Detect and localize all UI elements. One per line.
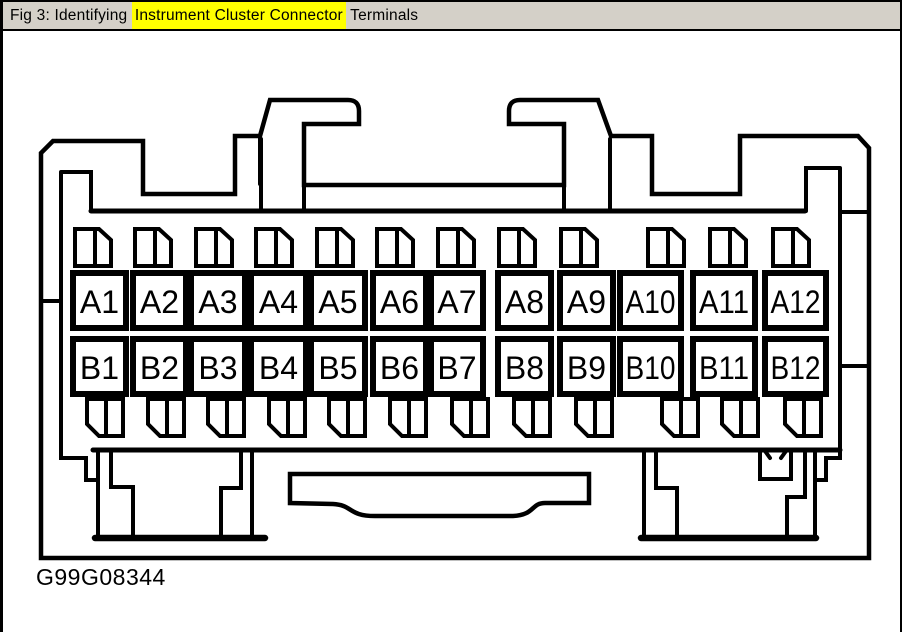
- terminal-label: B9: [567, 350, 606, 386]
- terminal-A5: A5: [308, 270, 368, 331]
- bottom-pin-slot-row: [85, 397, 823, 438]
- catch-notch: [758, 448, 793, 481]
- terminal-A7: A7: [428, 270, 486, 331]
- top-pin-slot-row: [73, 227, 811, 268]
- terminal-label: A5: [318, 284, 357, 320]
- terminal-B3: B3: [188, 336, 248, 397]
- terminal-label: B2: [140, 350, 179, 386]
- pin-slot-bottom: [206, 397, 246, 438]
- terminal-label: B6: [380, 350, 419, 386]
- figure-page: Fig 3: Identifying Instrument Cluster Co…: [0, 0, 902, 632]
- pin-slot-top: [315, 227, 355, 268]
- terminal-label: A8: [505, 284, 544, 320]
- terminal-A10: A10: [617, 270, 684, 331]
- terminal-label: B11: [699, 350, 749, 386]
- pin-slot-bottom: [85, 397, 125, 438]
- pin-slot-top: [436, 227, 476, 268]
- pin-slot-bottom: [783, 397, 823, 438]
- center-lock-tab: [287, 471, 592, 519]
- terminal-label: A3: [198, 284, 237, 320]
- terminal-label: A1: [80, 284, 119, 320]
- pin-slot-bottom: [660, 397, 700, 438]
- terminal-B9: B9: [557, 336, 616, 397]
- terminal-A11: A11: [690, 270, 758, 331]
- terminal-label: B8: [505, 350, 544, 386]
- pin-slot-top: [73, 227, 113, 268]
- pin-slot-top: [771, 227, 811, 268]
- terminal-label: A12: [771, 284, 821, 320]
- pin-slot-top: [133, 227, 173, 268]
- terminal-row-a: A1 A2 A3 A4 A5 A6 A7 A8 A9 A10 A11 A12: [70, 270, 829, 331]
- pin-slot-top: [708, 227, 748, 268]
- terminal-label: B12: [771, 350, 821, 386]
- terminal-B4: B4: [248, 336, 309, 397]
- terminal-A4: A4: [248, 270, 309, 331]
- terminal-B11: B11: [690, 336, 758, 397]
- terminal-label: B4: [259, 350, 298, 386]
- pin-slot-top: [194, 227, 234, 268]
- terminal-label: B3: [198, 350, 237, 386]
- terminal-A2: A2: [130, 270, 189, 331]
- pin-slot-bottom: [146, 397, 186, 438]
- pin-slot-bottom: [327, 397, 367, 438]
- left-legs: [96, 448, 254, 538]
- terminal-B10: B10: [617, 336, 684, 397]
- terminal-label: A6: [380, 284, 419, 320]
- terminal-A6: A6: [370, 270, 429, 331]
- terminal-label: A7: [437, 284, 476, 320]
- pin-slot-top: [375, 227, 415, 268]
- terminal-row-b: B1 B2 B3 B4 B5 B6 B7 B8 B9 B10 B11 B12: [70, 336, 829, 397]
- terminal-label: B5: [318, 350, 357, 386]
- figure-title-bar: Fig 3: Identifying Instrument Cluster Co…: [3, 0, 900, 31]
- terminal-label: A10: [626, 284, 676, 320]
- terminal-B12: B12: [762, 336, 829, 397]
- terminal-B1: B1: [70, 336, 129, 397]
- terminal-label: A11: [699, 284, 749, 320]
- pin-slot-bottom: [720, 397, 760, 438]
- pin-slot-top: [646, 227, 686, 268]
- terminal-A1: A1: [70, 270, 129, 331]
- terminal-B2: B2: [130, 336, 189, 397]
- pin-slot-top: [497, 227, 537, 268]
- terminal-label: B1: [80, 350, 119, 386]
- connector-diagram: A1 A2 A3 A4 A5 A6 A7 A8 A9 A10 A11 A12 B1 B2 B3 B4 B5 B6…: [38, 97, 872, 561]
- terminal-label: A2: [140, 284, 179, 320]
- terminal-label: B10: [626, 350, 676, 386]
- terminal-label: A4: [259, 284, 298, 320]
- title-suffix: Terminals: [345, 6, 419, 24]
- figure-code: G99G08344: [36, 564, 166, 590]
- latch-post-edges: [258, 124, 612, 211]
- pin-slot-bottom: [512, 397, 552, 438]
- terminal-A3: A3: [188, 270, 248, 331]
- terminal-label: B7: [437, 350, 476, 386]
- title-prefix: Fig 3: Identifying: [10, 6, 132, 24]
- terminal-B7: B7: [428, 336, 486, 397]
- terminal-B5: B5: [308, 336, 368, 397]
- pin-slot-bottom: [388, 397, 428, 438]
- pin-slot-bottom: [450, 397, 490, 438]
- terminal-B8: B8: [495, 336, 554, 397]
- pin-slot-bottom: [267, 397, 307, 438]
- terminal-A12: A12: [762, 270, 829, 331]
- pin-slot-top: [559, 227, 599, 268]
- terminal-A9: A9: [557, 270, 616, 331]
- terminal-A8: A8: [495, 270, 554, 331]
- pin-slot-bottom: [574, 397, 614, 438]
- pin-slot-top: [254, 227, 294, 268]
- terminal-B6: B6: [370, 336, 429, 397]
- title-highlight: Instrument Cluster Connector: [131, 2, 346, 29]
- terminal-label: A9: [567, 284, 606, 320]
